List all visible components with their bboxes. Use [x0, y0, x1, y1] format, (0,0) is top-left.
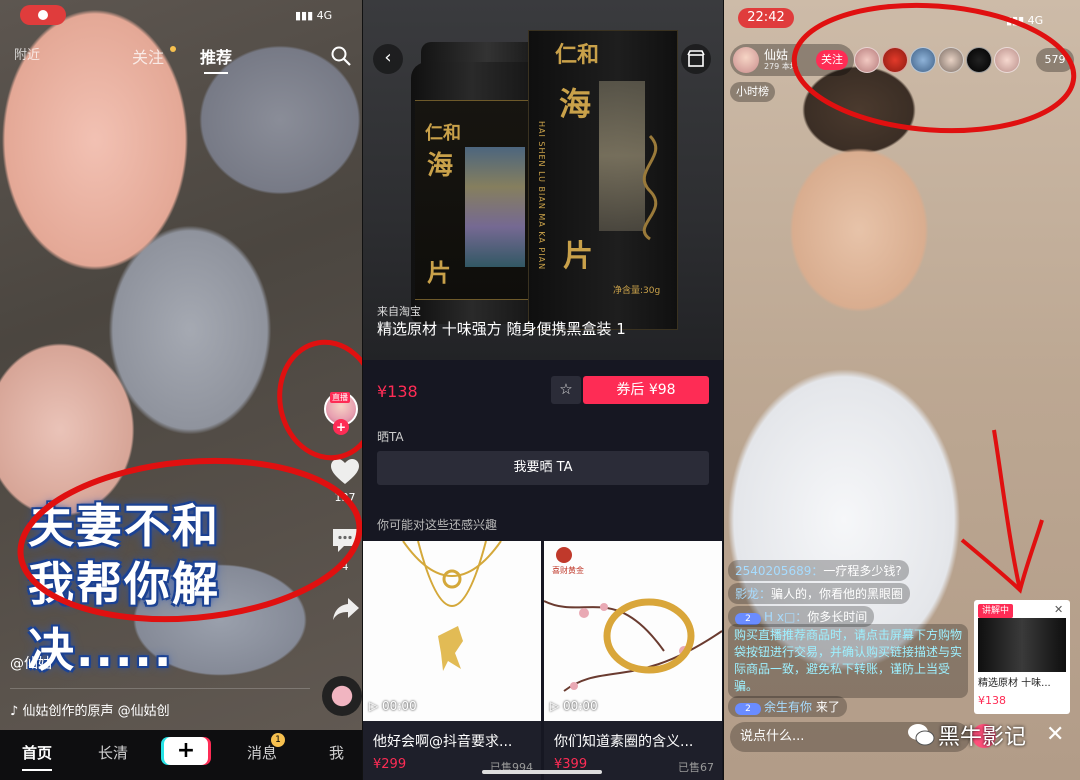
close-live-icon[interactable]: ✕ [1046, 722, 1064, 747]
live-stream-screen: 22:42 ▮▮▮ 4G 仙姑 279 本场 关注 579 小时榜 254020… [724, 0, 1080, 780]
favorite-star-icon[interactable]: ☆ [551, 376, 581, 404]
product-title: 精选原材 十味强方 随身便携黑盒装 1 [377, 320, 626, 338]
product-thumbnail [978, 618, 1066, 672]
recommend-card[interactable]: ▷ 00:00 他好会啊@抖音要求... ¥299 已售994 [363, 541, 541, 780]
product-detail-screen: 仁和 海 片 仁和 海 片 HAI SHEN LU BIAN MA KA PIA… [363, 0, 723, 780]
jar-mark: 海 [427, 151, 454, 181]
back-icon[interactable]: ‹ [373, 44, 403, 74]
nav-long[interactable]: 长清 [98, 742, 128, 763]
card-sold: 已售67 [678, 761, 714, 774]
recommend-header: 你可能对这些还感兴趣 [377, 518, 498, 532]
nav-me[interactable]: 我 [329, 742, 344, 763]
product-title: 精选原材 十味... [978, 678, 1051, 689]
video-duration: ▷ 00:00 [550, 699, 598, 713]
necklace-image [363, 541, 541, 721]
box-mark: 海 [559, 85, 592, 123]
coupon-buy-button[interactable]: 券后 ¥98 [583, 376, 709, 404]
box-latin: HAI SHEN LU BIAN MA KA PIAN [537, 121, 546, 271]
system-notice: 购买直播推荐商品时，请点击屏幕下方购物袋按钮进行交易，并确认购买链接描述与实际商… [728, 624, 968, 698]
wechat-icon [906, 720, 936, 750]
product-source: 来自淘宝 [377, 305, 421, 318]
watermark: 黑牛影记 [938, 725, 1027, 750]
product-price: ¥138 [377, 382, 418, 401]
show-header: 晒TA [377, 430, 404, 444]
video-duration: ▷ 00:00 [369, 699, 417, 713]
messages-badge: 1 [271, 733, 285, 747]
card-title: 你们知道素圈的含义... [554, 734, 694, 750]
jar-brand: 仁和 [425, 123, 461, 144]
explaining-tag: 讲解中 [978, 604, 1014, 618]
product-box: 仁和 海 片 HAI SHEN LU BIAN MA KA PIAN 净含量:3… [528, 30, 678, 330]
box-brand: 仁和 [555, 42, 600, 68]
jar-mark-2: 片 [427, 259, 451, 287]
pixelated-name [465, 147, 525, 267]
show-off-button[interactable]: 我要晒 TA [377, 451, 709, 485]
annotation-overlay [791, 2, 1077, 594]
product-price: ¥138 [978, 694, 1006, 707]
nav-home[interactable]: 首页 [22, 742, 53, 771]
chat-message: 2540205689：一疗程多少钱? [728, 560, 909, 581]
chat-message: 影龙：骗人的，你看他的黑眼圈 [728, 583, 911, 604]
dragon-ornament-icon [642, 134, 658, 241]
level-badge: 2 [735, 703, 761, 715]
card-brand: 喜财黄金 [552, 566, 584, 575]
net-weight: 净含量:30g [613, 286, 661, 296]
join-message: 2 余生有你 来了 [728, 696, 847, 717]
card-title: 他好会啊@抖音要求... [373, 734, 513, 750]
create-button[interactable]: + [164, 737, 208, 765]
recommend-card[interactable]: 喜财黄金 ▷ 00:00 你们知道素圈的含义... ¥399 已售67 [544, 541, 722, 780]
box-mark-2: 片 [563, 239, 593, 274]
store-icon[interactable] [681, 44, 711, 74]
short-video-screen: ▮▮▮ 4G 附近 关注 推荐 直播 + 137 4 夫妻不和 我帮你解决...… [0, 0, 362, 780]
card-price: ¥299 [373, 757, 407, 772]
home-indicator [482, 770, 602, 774]
annotation-overlay [17, 339, 362, 623]
close-icon[interactable]: ✕ [1054, 603, 1063, 616]
